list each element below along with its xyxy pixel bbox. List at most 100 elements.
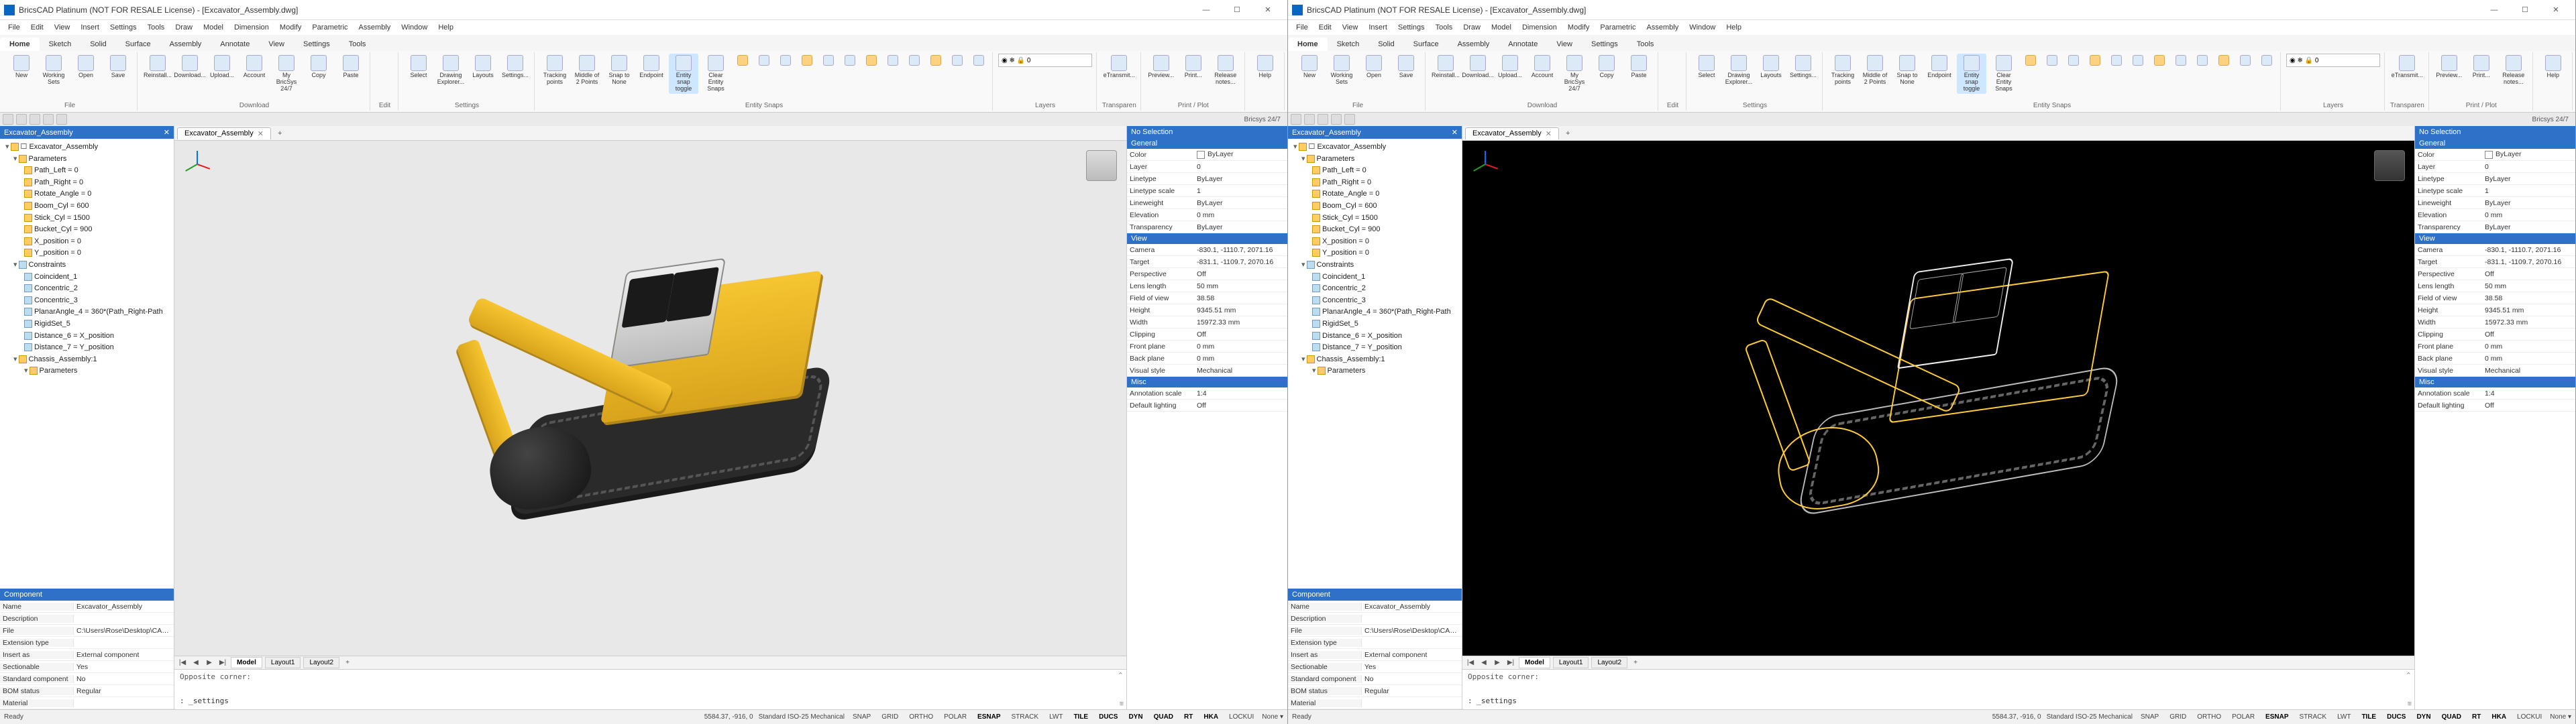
prop-value[interactable]: 0 — [2482, 163, 2575, 171]
status-toggle-lockui[interactable]: LOCKUI — [1226, 713, 1256, 721]
ribbon-copy[interactable]: Copy — [1592, 54, 1621, 80]
tree-node[interactable]: Path_Right = 0 — [1289, 177, 1460, 189]
snap-toggle[interactable] — [948, 54, 967, 67]
tree-node[interactable]: RigidSet_5 — [1289, 318, 1460, 330]
tree-node[interactable]: PlanarAngle_4 = 360*(Path_Right-Path — [1, 306, 172, 318]
prop-value[interactable]: 1 — [1194, 187, 1287, 195]
model-tree[interactable]: ▾☐ Excavator_Assembly▾ParametersPath_Lef… — [1288, 139, 1462, 589]
ribbon-select[interactable]: Select — [1692, 54, 1721, 80]
ribbon-etransmit-[interactable]: eTransmit... — [1104, 54, 1134, 80]
prop-value[interactable]: -831.1, -1109.7, 2070.16 — [1194, 258, 1287, 266]
prop-value[interactable]: No — [1362, 675, 1462, 683]
ribbon-tab[interactable]: Solid — [1368, 38, 1403, 51]
layout-tab[interactable]: Model — [1519, 657, 1550, 668]
prop-value[interactable]: Off — [2482, 270, 2575, 278]
prop-value[interactable]: 1 — [2482, 187, 2575, 195]
menu-item[interactable]: Settings — [106, 22, 141, 33]
snap-toggle[interactable] — [798, 54, 816, 67]
snap-toggle[interactable] — [969, 54, 988, 67]
prop-value[interactable]: 0 mm — [2482, 355, 2575, 363]
menu-item[interactable]: Dimension — [230, 22, 273, 33]
status-toggle-ducs[interactable]: DUCS — [1096, 713, 1120, 721]
ribbon-snap-to-none[interactable]: Snap to None — [604, 54, 634, 87]
ribbon-preview-[interactable]: Preview... — [1146, 54, 1176, 80]
qat-icon[interactable] — [1304, 114, 1315, 125]
document-tab[interactable]: Excavator_Assembly ✕ — [177, 127, 271, 139]
prop-value[interactable]: 15972.33 mm — [2482, 318, 2575, 326]
tree-node[interactable]: Boom_Cyl = 600 — [1, 200, 172, 213]
ribbon-drawing-explorer-[interactable]: Drawing Explorer... — [1724, 54, 1754, 87]
tree-node[interactable]: Y_position = 0 — [1289, 247, 1460, 259]
layout-tab[interactable]: Layout1 — [265, 657, 301, 668]
prop-value[interactable]: 0 mm — [1194, 211, 1287, 219]
tree-node[interactable]: ▾Constraints — [1, 259, 172, 272]
ribbon-tab[interactable]: Tools — [339, 38, 376, 51]
status-toggle-quad[interactable]: QUAD — [2439, 713, 2464, 721]
ribbon-endpoint[interactable]: Endpoint — [637, 54, 666, 80]
ribbon-tab[interactable]: Sketch — [1328, 38, 1369, 51]
ribbon-tab[interactable]: View — [259, 38, 294, 51]
property-grid[interactable]: GeneralColorByLayerLayer0LinetypeByLayer… — [2415, 138, 2575, 412]
tree-node[interactable]: Concentric_3 — [1, 295, 172, 307]
snap-toggle[interactable] — [841, 54, 859, 67]
snap-toggle[interactable] — [755, 54, 773, 67]
prop-value[interactable]: Excavator_Assembly — [1362, 603, 1462, 611]
cmd-up-icon[interactable]: ⌃ — [1118, 671, 1124, 680]
maximize-button[interactable]: ☐ — [2510, 0, 2540, 20]
prop-value[interactable]: 0 mm — [1194, 355, 1287, 363]
layout-nav[interactable]: ▶| — [217, 659, 228, 666]
status-toggle-dyn[interactable]: DYN — [2414, 713, 2433, 721]
prop-value[interactable]: Yes — [1362, 663, 1462, 671]
prop-value[interactable]: 1:4 — [1194, 389, 1287, 398]
status-toggle-hka[interactable]: HKA — [1201, 713, 1221, 721]
ribbon-download-[interactable]: Download... — [175, 54, 205, 80]
menu-item[interactable]: Help — [434, 22, 458, 33]
menu-item[interactable]: Modify — [276, 22, 305, 33]
snap-toggle[interactable] — [862, 54, 881, 67]
ribbon-clear-entity-snaps[interactable]: Clear Entity Snaps — [1989, 54, 2019, 94]
tree-node[interactable]: Coincident_1 — [1, 272, 172, 284]
tree-node[interactable]: Path_Left = 0 — [1289, 165, 1460, 177]
viewport[interactable] — [1462, 141, 2414, 656]
qat-icon[interactable] — [56, 114, 67, 125]
tree-node[interactable]: Bucket_Cyl = 900 — [1, 224, 172, 236]
tree-node[interactable]: Concentric_2 — [1, 283, 172, 295]
layout-nav[interactable]: ◀ — [1479, 659, 1489, 666]
prop-value[interactable]: Off — [1194, 270, 1287, 278]
layout-add[interactable]: + — [342, 659, 353, 666]
ribbon-open[interactable]: Open — [71, 54, 101, 80]
status-toggle-ortho[interactable]: ORTHO — [906, 713, 936, 721]
status-toggle-tile[interactable]: TILE — [2359, 713, 2379, 721]
status-toggle-lwt[interactable]: LWT — [2334, 713, 2353, 721]
prop-value[interactable]: 0 — [1194, 163, 1287, 171]
ribbon-snap-to-none[interactable]: Snap to None — [1892, 54, 1922, 87]
prop-value[interactable]: ByLayer — [1194, 199, 1287, 207]
tree-node[interactable]: ▾☐ Excavator_Assembly — [1, 141, 172, 154]
menu-item[interactable]: File — [4, 22, 24, 33]
snap-toggle[interactable] — [2257, 54, 2276, 67]
property-grid[interactable]: GeneralColorByLayerLayer0LinetypeByLayer… — [1127, 138, 1287, 412]
tree-node[interactable]: Concentric_2 — [1289, 283, 1460, 295]
ribbon-reinstall-[interactable]: Reinstall... — [1431, 54, 1460, 80]
menu-item[interactable]: Settings — [1394, 22, 1429, 33]
tree-node[interactable]: ▾Chassis_Assembly:1 — [1, 354, 172, 366]
ribbon-release-notes-[interactable]: Release notes... — [2499, 54, 2528, 87]
status-toggle-quad[interactable]: QUAD — [1151, 713, 1176, 721]
prop-value[interactable]: -830.1, -1110.7, 2071.16 — [2482, 246, 2575, 254]
panel-close-icon[interactable]: ✕ — [1452, 128, 1458, 137]
menu-item[interactable]: Window — [1685, 22, 1719, 33]
snap-toggle[interactable] — [733, 54, 752, 67]
menu-item[interactable]: View — [50, 22, 74, 33]
ribbon-tab[interactable]: Settings — [294, 38, 339, 51]
tree-node[interactable]: X_position = 0 — [1289, 236, 1460, 248]
menu-item[interactable]: Draw — [1459, 22, 1485, 33]
menu-item[interactable]: Tools — [144, 22, 169, 33]
menu-item[interactable]: Edit — [1315, 22, 1336, 33]
menu-item[interactable]: View — [1338, 22, 1362, 33]
ribbon-paste[interactable]: Paste — [1624, 54, 1654, 80]
ribbon-upload-[interactable]: Upload... — [207, 54, 237, 80]
status-toggle-esnap[interactable]: ESNAP — [975, 713, 1003, 721]
tree-node[interactable]: Distance_7 = Y_position — [1, 342, 172, 354]
tree-node[interactable]: Rotate_Angle = 0 — [1, 188, 172, 200]
tree-node[interactable]: Y_position = 0 — [1, 247, 172, 259]
